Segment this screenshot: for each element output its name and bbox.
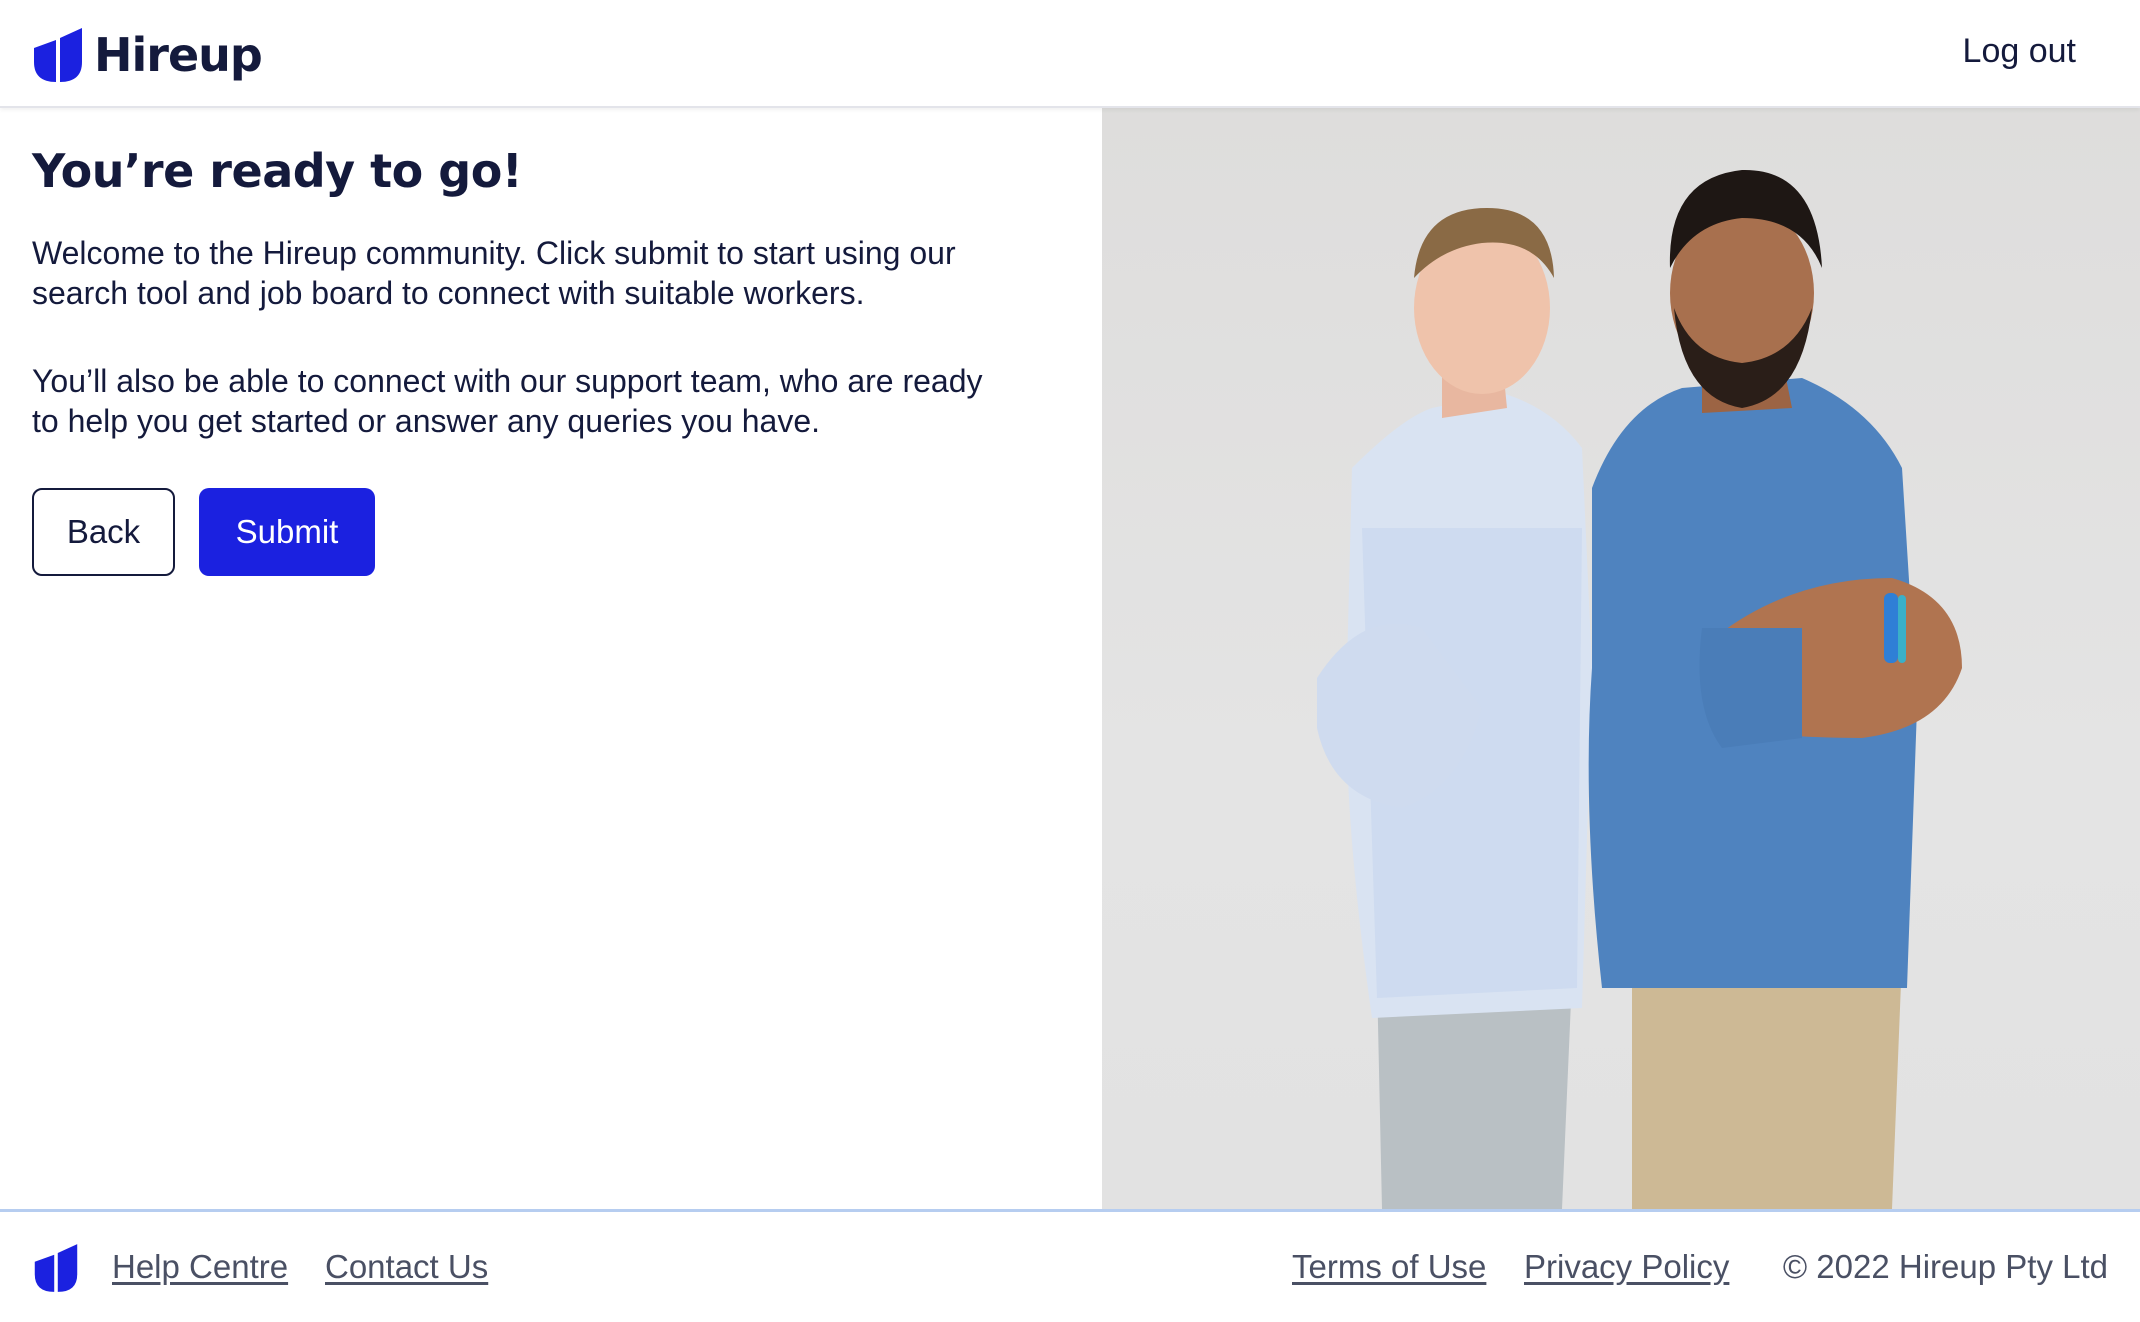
logout-button[interactable]: Log out — [1963, 32, 2076, 71]
terms-of-use-link[interactable]: Terms of Use — [1292, 1248, 1486, 1286]
hireup-logo-icon — [34, 28, 82, 82]
welcome-paragraph: Welcome to the Hireup community. Click s… — [32, 235, 956, 311]
site-header: Hireup Log out — [0, 0, 2140, 108]
man-denim-shirt — [1588, 169, 1962, 1209]
two-men-illustration — [1317, 169, 1962, 1209]
site-footer: Help Centre Contact Us Terms of Use Priv… — [0, 1209, 2140, 1322]
main-content: You’re ready to go! Welcome to the Hireu… — [0, 108, 1102, 1209]
man-floral-shirt — [1317, 208, 1592, 1209]
brand-logo[interactable]: Hireup — [32, 25, 263, 85]
hero-photo — [1102, 108, 2140, 1209]
help-centre-link[interactable]: Help Centre — [112, 1248, 288, 1286]
page-title: You’re ready to go! — [32, 144, 523, 198]
support-paragraph: You’ll also be able to connect with our … — [32, 363, 983, 439]
copyright-text: © 2022 Hireup Pty Ltd — [1782, 1248, 2108, 1285]
hireup-logo-icon[interactable] — [33, 1242, 79, 1294]
submit-button[interactable]: Submit — [199, 488, 375, 576]
back-button[interactable]: Back — [32, 488, 175, 576]
brand-name: Hireup — [94, 28, 263, 82]
privacy-policy-link[interactable]: Privacy Policy — [1524, 1248, 1729, 1286]
contact-us-link[interactable]: Contact Us — [325, 1248, 488, 1286]
